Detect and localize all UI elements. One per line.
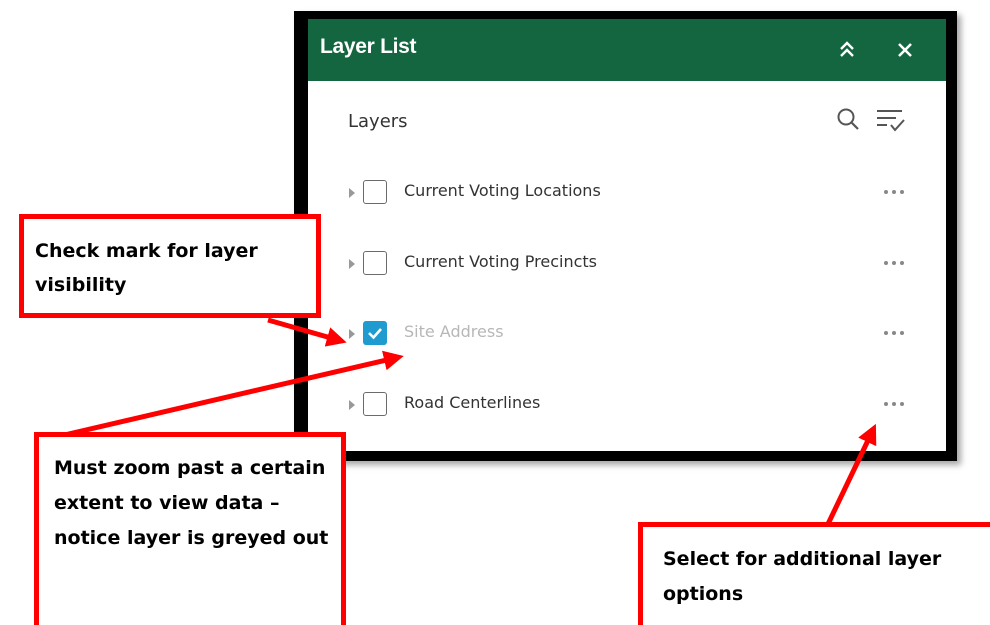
panel-title: Layer List [320, 35, 417, 58]
more-options-icon[interactable] [879, 185, 909, 199]
layer-list-panel: Layer List Layers Current Voting Locatio… [308, 19, 946, 451]
search-button[interactable] [836, 105, 862, 133]
expand-arrow-icon[interactable] [347, 256, 357, 272]
callout-checkmark: Check mark for layer visibility [19, 214, 321, 318]
expand-arrow-icon[interactable] [347, 326, 357, 342]
layer-visibility-checkbox[interactable] [363, 180, 387, 204]
layers-heading: Layers [348, 111, 408, 132]
callout-layer-options: Select for additional layer options [638, 522, 990, 625]
layer-row-current-voting-locations: Current Voting Locations [308, 173, 946, 213]
more-options-icon[interactable] [879, 256, 909, 270]
close-button[interactable] [888, 33, 922, 67]
layer-label: Road Centerlines [404, 393, 541, 412]
filter-list-icon [877, 110, 905, 132]
layer-visibility-checkbox[interactable] [363, 251, 387, 275]
collapse-button[interactable] [830, 33, 864, 67]
layer-label: Site Address [404, 322, 504, 341]
layer-row-road-centerlines: Road Centerlines [308, 385, 946, 425]
filter-list-button[interactable] [874, 105, 908, 135]
panel-header: Layer List [308, 19, 946, 81]
more-options-icon[interactable] [879, 326, 909, 340]
layer-visibility-checkbox[interactable] [363, 321, 387, 345]
layer-visibility-checkbox[interactable] [363, 392, 387, 416]
more-options-icon[interactable] [879, 397, 909, 411]
double-chevron-up-icon [840, 41, 854, 57]
checkmark-icon [368, 328, 382, 340]
expand-arrow-icon[interactable] [347, 185, 357, 201]
expand-arrow-icon[interactable] [347, 397, 357, 413]
search-icon [837, 108, 859, 130]
layer-label: Current Voting Locations [404, 181, 601, 200]
close-icon [898, 43, 912, 57]
layer-row-current-voting-precincts: Current Voting Precincts [308, 244, 946, 284]
layer-label: Current Voting Precincts [404, 252, 597, 271]
layer-row-site-address: Site Address [308, 314, 946, 354]
callout-zoom-extent: Must zoom past a certain extent to view … [34, 432, 346, 625]
